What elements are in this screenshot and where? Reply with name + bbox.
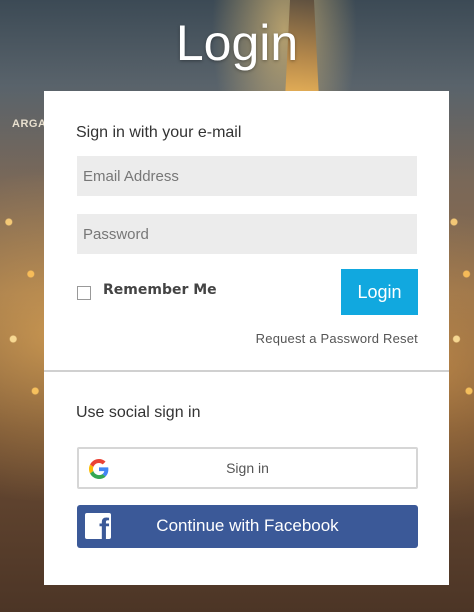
- background-lights-left: [0, 170, 44, 430]
- login-button[interactable]: Login: [341, 269, 418, 315]
- background-sign: ARGA: [12, 118, 47, 130]
- background-lights-right: [449, 170, 474, 430]
- password-input[interactable]: [77, 214, 417, 254]
- page-title: Login: [175, 15, 299, 71]
- google-signin-button[interactable]: Sign in: [77, 447, 418, 489]
- social-signin-heading: Use social sign in: [76, 404, 201, 421]
- remember-me-label: Remember Me: [103, 282, 217, 298]
- facebook-signin-button[interactable]: f Continue with Facebook: [77, 505, 418, 548]
- divider: [44, 370, 449, 372]
- password-reset-link[interactable]: Request a Password Reset: [256, 331, 418, 346]
- remember-me-checkbox[interactable]: [77, 286, 91, 300]
- email-input[interactable]: [77, 156, 417, 196]
- login-card: Sign in with your e-mail Remember Me Log…: [44, 91, 449, 585]
- facebook-signin-label: Continue with Facebook: [156, 516, 339, 535]
- email-signin-heading: Sign in with your e-mail: [76, 124, 242, 141]
- google-signin-label: Sign in: [226, 460, 269, 476]
